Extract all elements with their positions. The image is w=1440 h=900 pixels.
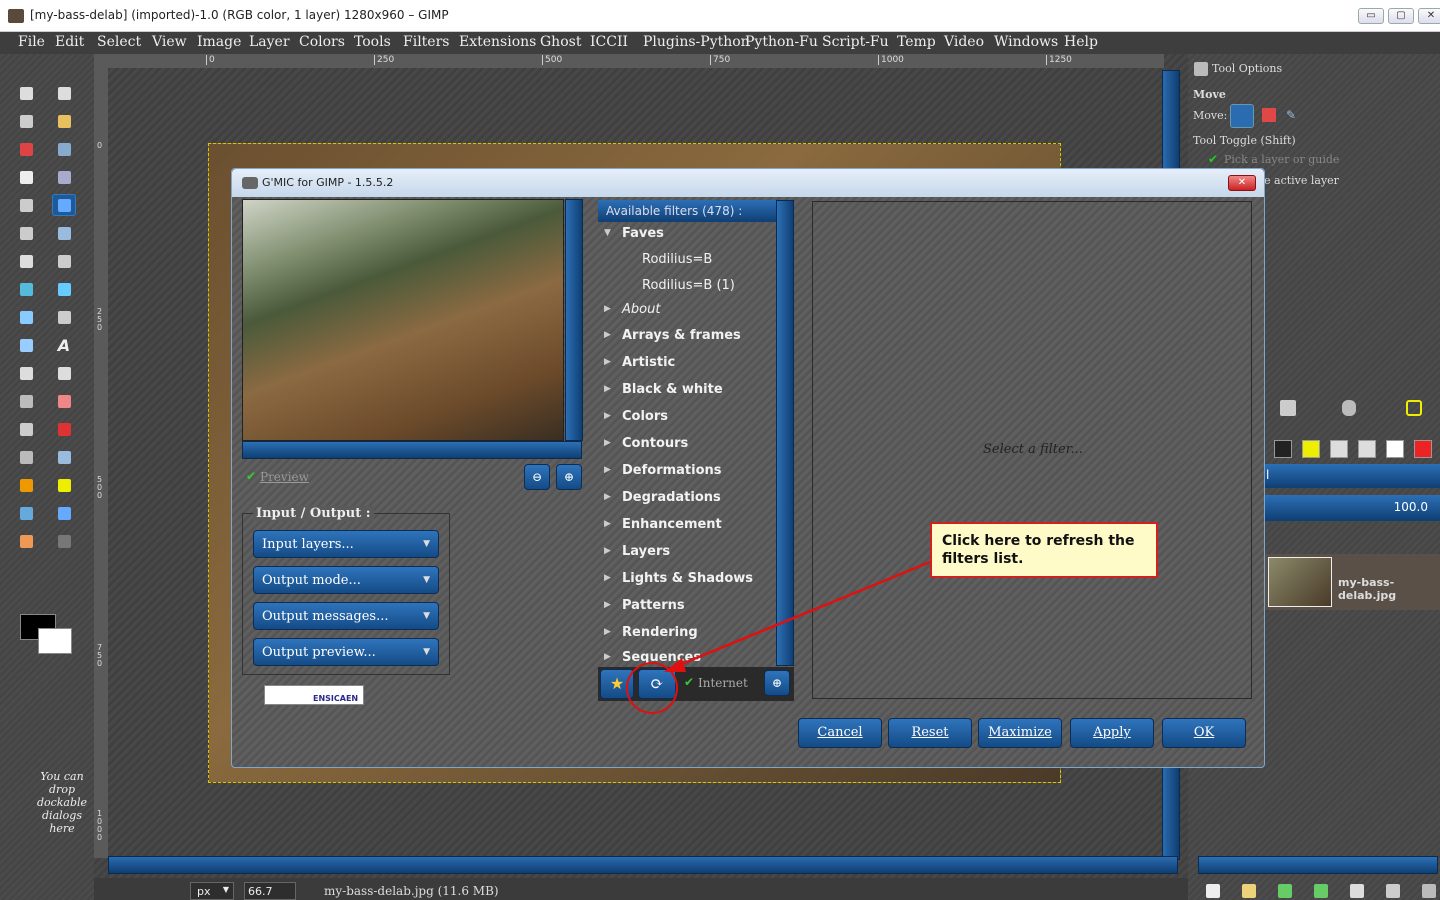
annotation-arrow (664, 560, 931, 672)
annotation-circle (626, 662, 678, 714)
